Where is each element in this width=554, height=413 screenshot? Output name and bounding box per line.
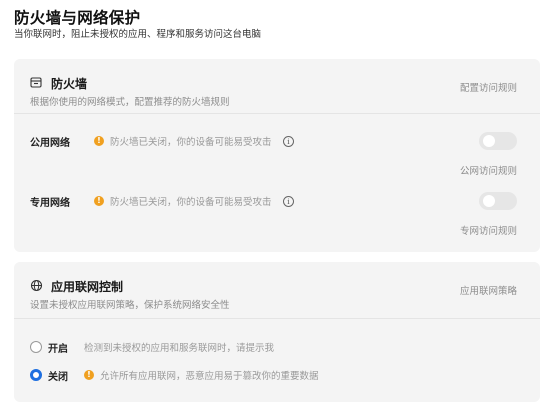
option-off-description: 允许所有应用联网，恶意应用易于篡改你的重要数据 [100,371,319,382]
option-on-radio[interactable] [30,341,42,353]
page-subtitle: 当你联网时，阻止未授权的应用、程序和服务访问这台电脑 [14,29,262,40]
public-rules-link[interactable]: 公网访问规则 [460,163,517,177]
app-control-header: 应用联网控制 设置未授权应用联网策略，保护系统网络安全性 应用联网策略 [14,262,540,316]
app-network-control-card: 应用联网控制 设置未授权应用联网策略，保护系统网络安全性 应用联网策略 开启 检… [14,262,540,402]
page-title: 防火墙与网络保护 [14,9,141,27]
firewall-card: 防火墙 根据你使用的网络模式，配置推荐的防火墙规则 配置访问规则 公用网络 ! … [14,59,540,252]
private-network-status: 防火墙已关闭，你的设备可能易受攻击 [110,197,272,208]
divider [14,113,540,114]
option-on-label[interactable]: 开启 [48,340,68,355]
private-firewall-toggle[interactable] [479,192,517,210]
info-icon[interactable]: i [283,195,294,207]
app-control-title: 应用联网控制 [51,280,124,294]
warning-icon: ! [94,196,104,206]
public-network-row: 公用网络 ! 防火墙已关闭，你的设备可能易受攻击 i [14,129,540,153]
firewall-shield-icon [30,74,43,93]
info-icon[interactable]: i [283,135,294,147]
private-rules-link[interactable]: 专网访问规则 [460,223,517,237]
option-on-row[interactable]: 开启 检测到未授权的应用和服务联网时，请提示我 [14,338,540,356]
network-globe-icon [30,277,43,296]
page-header: 防火墙与网络保护 当你联网时，阻止未授权的应用、程序和服务访问这台电脑 [14,8,261,41]
option-off-row[interactable]: 关闭 ! 允许所有应用联网，恶意应用易于篡改你的重要数据 [14,366,540,384]
firewall-description: 根据你使用的网络模式，配置推荐的防火墙规则 [30,97,230,108]
configure-rules-link[interactable]: 配置访问规则 [460,80,517,94]
firewall-title: 防火墙 [51,77,88,91]
public-firewall-toggle[interactable] [479,132,517,150]
option-on-description: 检测到未授权的应用和服务联网时，请提示我 [84,343,275,354]
public-network-status: 防火墙已关闭，你的设备可能易受攻击 [110,137,272,148]
private-network-label: 专用网络 [30,197,70,209]
firewall-card-header: 防火墙 根据你使用的网络模式，配置推荐的防火墙规则 配置访问规则 [14,59,540,113]
app-policy-link[interactable]: 应用联网策略 [460,283,517,297]
divider [14,318,540,319]
option-off-radio[interactable] [30,369,42,381]
warning-icon: ! [94,136,104,146]
private-network-row: 专用网络 ! 防火墙已关闭，你的设备可能易受攻击 i [14,189,540,213]
app-control-description: 设置未授权应用联网策略，保护系统网络安全性 [30,300,230,311]
option-off-label[interactable]: 关闭 [48,368,68,383]
warning-icon: ! [84,370,94,380]
public-network-label: 公用网络 [30,137,70,149]
